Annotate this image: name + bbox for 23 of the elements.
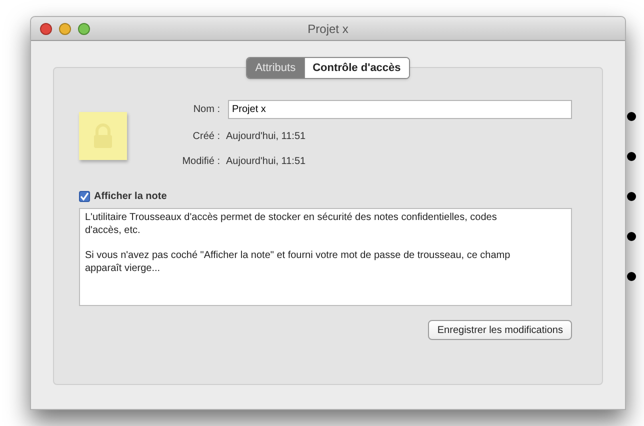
window-title: Projet x xyxy=(308,20,348,38)
bullet-icon xyxy=(627,272,636,281)
checkbox-label: Afficher la note xyxy=(94,190,167,204)
bullet-icon xyxy=(627,232,636,241)
bullet-icon xyxy=(627,152,636,161)
info-label: Modifié : xyxy=(181,155,220,169)
info-value: Aujourd'hui, 11:51 xyxy=(226,130,306,144)
note-paragraph: L'utilitaire Trousseaux d'accès permet de stocker en sécurité des notes confidentielles, codes d'accès, etc. xyxy=(85,211,498,237)
zoom-button[interactable] xyxy=(78,22,90,34)
name-label: Nom : xyxy=(192,103,220,117)
note-icon xyxy=(79,112,127,160)
note-text-area[interactable] xyxy=(79,208,572,306)
name-field[interactable]: Projet x xyxy=(228,100,572,119)
save-button[interactable]: Enregistrer les modifications xyxy=(428,320,572,340)
close-button[interactable] xyxy=(40,22,52,34)
note-paragraph: Si vous n'avez pas coché "Afficher la note" et fourni votre mot de passe de trousseau, ce champ apparaît vierge... xyxy=(85,249,511,275)
info-value: Aujourd'hui, 11:51 xyxy=(226,155,306,169)
checkbox[interactable] xyxy=(79,191,90,202)
minimize-button[interactable] xyxy=(59,22,71,34)
bullet-icon xyxy=(627,192,636,201)
info-label: Créé : xyxy=(192,130,220,144)
bullet-icon xyxy=(627,112,636,121)
tab[interactable]: Contrôle d'accès xyxy=(304,58,409,78)
